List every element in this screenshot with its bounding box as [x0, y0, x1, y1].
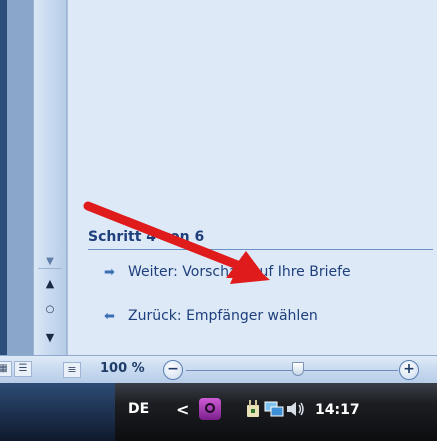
language-indicator[interactable]: DE	[128, 401, 149, 417]
red-annotation-arrow-icon	[83, 201, 270, 284]
previous-step-label: Zurück: Empfänger wählen	[128, 308, 318, 324]
zoom-out-button[interactable]: −	[163, 360, 183, 380]
show-hidden-icons-button[interactable]: <	[176, 400, 189, 419]
mail-merge-task-pane	[67, 0, 437, 355]
tray-app-icon[interactable]	[199, 398, 221, 420]
clock[interactable]: 14:17	[315, 402, 360, 418]
next-page-icon[interactable]: ▼	[40, 330, 60, 346]
zoom-level[interactable]: 100 %	[100, 361, 145, 376]
taskbar-window-button[interactable]	[0, 383, 115, 441]
power-plug-icon[interactable]	[245, 399, 261, 419]
status-bar: ▦ ☰ ≡ 100 % − +	[0, 355, 437, 383]
outline-view-icon[interactable]: ☰	[14, 361, 32, 377]
document-area[interactable]	[0, 0, 33, 355]
previous-page-icon[interactable]: ▲	[40, 276, 60, 292]
vertical-scrollbar[interactable]: ▼ ▲ ○ ▼	[33, 0, 67, 355]
draft-view-icon[interactable]: ≡	[63, 362, 81, 378]
previous-step-link[interactable]: ⬅ Zurück: Empfänger wählen	[104, 306, 318, 326]
zoom-slider-thumb[interactable]	[292, 362, 304, 376]
network-icon[interactable]	[264, 400, 284, 418]
browse-object-icon[interactable]: ○	[40, 302, 60, 318]
volume-icon[interactable]	[286, 401, 306, 417]
arrow-left-icon: ⬅	[104, 308, 115, 324]
zoom-in-button[interactable]: +	[399, 360, 419, 380]
web-layout-view-icon[interactable]: ▦	[0, 361, 12, 377]
